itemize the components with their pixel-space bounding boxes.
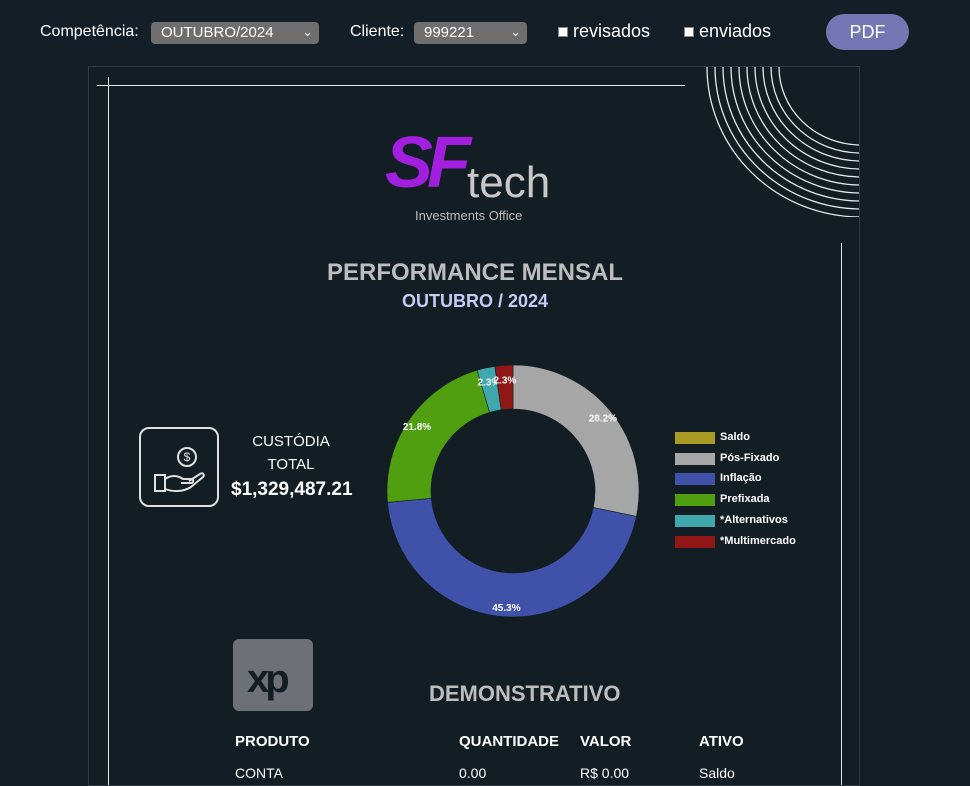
custodia-label-line2: TOTAL <box>267 456 315 473</box>
cliente-label: Cliente: <box>350 23 405 40</box>
revisados-checkbox[interactable] <box>558 27 568 37</box>
legend-label: *Multimercado <box>720 534 796 547</box>
col-header-quantidade: QUANTIDADE <box>459 733 559 750</box>
donut-slice-2 <box>387 498 637 618</box>
decor-arcs <box>706 67 859 217</box>
legend-swatch <box>675 514 715 527</box>
chevron-down-icon: ⌄ <box>510 24 521 39</box>
legend-item: Inflação <box>675 472 859 486</box>
donut-label-1: 28.2% <box>589 414 617 425</box>
competencia-value: OUTUBRO/2024 <box>161 24 274 41</box>
legend-swatch <box>675 494 715 507</box>
donut-label-5: 2.3% <box>494 375 517 386</box>
money-hand-icon: $ <box>139 427 219 507</box>
decor-line-top <box>97 85 685 86</box>
legend-swatch <box>675 432 715 444</box>
logo-tagline: Investments Office <box>415 208 523 223</box>
logo-sf-text: SF <box>385 123 471 203</box>
xp-logo: xp <box>233 639 313 711</box>
svg-text:$: $ <box>184 450 191 464</box>
legend-swatch <box>675 452 715 465</box>
enviados-checkbox[interactable] <box>684 27 694 37</box>
col-header-produto: PRODUTO <box>235 733 310 750</box>
cliente-select[interactable]: 999221 ⌄ <box>414 22 527 44</box>
xp-logo-text: xp <box>247 657 290 701</box>
legend-label: Saldo <box>720 431 750 443</box>
legend-label: Prefixada <box>720 493 770 506</box>
table-cell-produto: CONTA <box>235 765 283 781</box>
legend-item: Saldo <box>675 431 859 445</box>
donut-slice-1 <box>512 364 640 517</box>
col-header-ativo: ATIVO <box>699 733 744 750</box>
table-cell-valor: R$ 0.00 <box>580 765 630 781</box>
legend-label: *Alternativos <box>720 513 788 526</box>
table-cell-ativo: Saldo <box>699 765 735 781</box>
allocation-donut-chart: 28.2%45.3%21.8%2.3%2.3% <box>386 364 640 618</box>
demonstrativo-title: DEMONSTRATIVO <box>429 681 621 706</box>
legend-swatch <box>675 535 715 548</box>
chevron-down-icon: ⌄ <box>302 24 313 39</box>
report-page: SF tech Investments Office PERFORMANCE M… <box>88 66 860 786</box>
legend-label: Inflação <box>720 472 762 485</box>
donut-label-3: 21.8% <box>403 422 431 433</box>
legend-item: Pós-Fixado <box>675 451 859 466</box>
page-title: PERFORMANCE MENSAL <box>326 259 623 286</box>
legend-swatch <box>675 473 715 486</box>
col-header-valor: VALOR <box>580 733 632 750</box>
legend-item: *Alternativos <box>675 513 859 528</box>
toolbar: Competência: OUTUBRO/2024 ⌄ Cliente: 999… <box>0 0 970 64</box>
table-cell-quantidade: 0.00 <box>459 765 487 781</box>
competencia-label: Competência: <box>40 23 139 40</box>
donut-slice-3 <box>386 369 490 503</box>
competencia-select[interactable]: OUTUBRO/2024 ⌄ <box>151 22 319 44</box>
pdf-button[interactable]: PDF <box>826 14 909 50</box>
custodia-value: $1,329,487.21 <box>231 479 353 500</box>
cliente-value: 999221 <box>424 24 475 41</box>
page-subtitle: OUTUBRO / 2024 <box>401 291 549 311</box>
donut-label-2: 45.3% <box>492 603 520 614</box>
custodia-label-line1: CUSTÓDIA <box>252 433 330 450</box>
revisados-label: revisados <box>573 21 651 41</box>
enviados-label: enviados <box>699 21 772 41</box>
legend-item: Prefixada <box>675 493 859 507</box>
legend-label: Pós-Fixado <box>720 451 780 464</box>
logo-tech-text: tech <box>467 158 551 207</box>
legend-item: *Multimercado <box>675 534 859 549</box>
decor-line-left <box>108 77 109 785</box>
